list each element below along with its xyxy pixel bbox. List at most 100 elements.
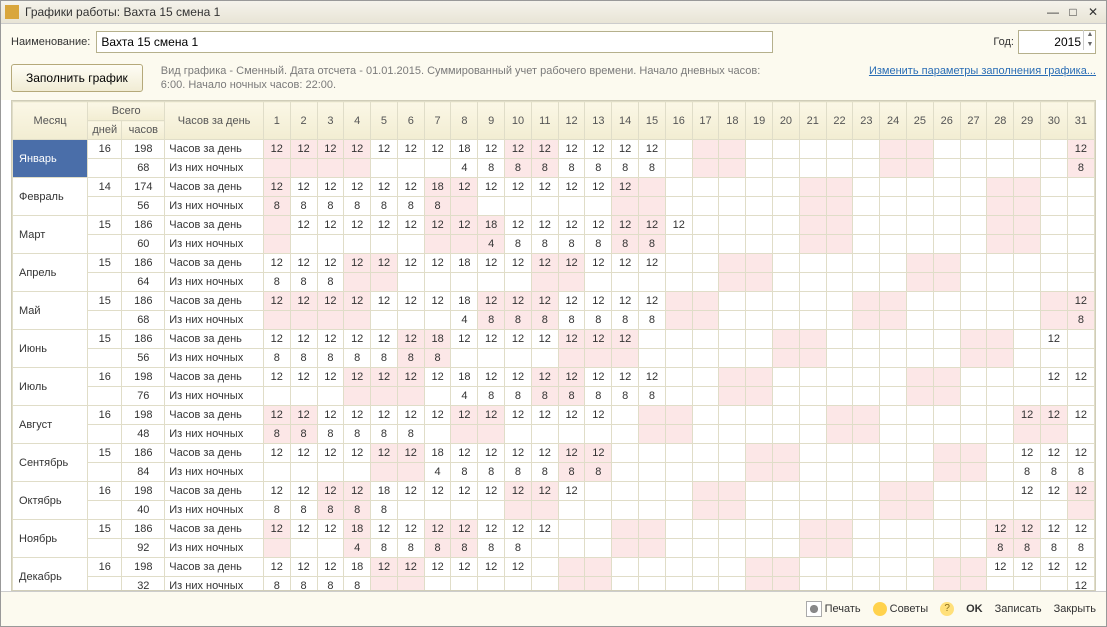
cell-day[interactable] [665,482,692,501]
cell-night[interactable] [880,387,907,406]
cell-night[interactable] [371,311,398,330]
cell-day[interactable] [826,178,853,197]
cell-night[interactable]: 8 [478,311,505,330]
cell-night[interactable]: 8 [290,501,317,520]
cell-night[interactable]: 8 [451,539,478,558]
cell-day[interactable]: 12 [290,444,317,463]
cell-day[interactable] [987,178,1014,197]
cell-night[interactable]: 8 [290,425,317,444]
cell-day[interactable]: 12 [371,520,398,539]
cell-day[interactable]: 12 [639,140,666,159]
cell-day[interactable]: 12 [397,216,424,235]
cell-day[interactable]: 12 [612,368,639,387]
cell-day[interactable]: 12 [263,330,290,349]
cell-day[interactable]: 12 [263,140,290,159]
cell-day[interactable] [907,254,934,273]
cell-night[interactable] [960,311,987,330]
cell-night[interactable] [933,539,960,558]
cell-night[interactable] [531,425,558,444]
cell-day[interactable]: 12 [1014,444,1041,463]
cell-night[interactable] [665,159,692,178]
cell-night[interactable] [397,273,424,292]
cell-day[interactable]: 12 [1067,444,1094,463]
cell-day[interactable]: 12 [317,368,344,387]
cell-day[interactable] [853,254,880,273]
cell-night[interactable]: 8 [371,197,398,216]
cell-night[interactable] [290,159,317,178]
cell-day[interactable]: 12 [397,444,424,463]
cell-day[interactable] [907,406,934,425]
cell-night[interactable]: 8 [263,577,290,592]
cell-day[interactable]: 12 [451,178,478,197]
cell-day[interactable] [907,216,934,235]
cell-night[interactable] [1014,577,1041,592]
cell-day[interactable]: 12 [317,254,344,273]
cell-night[interactable] [907,463,934,482]
cell-day[interactable]: 12 [585,444,612,463]
cell-night[interactable] [987,463,1014,482]
cell-night[interactable] [880,159,907,178]
cell-day[interactable] [531,558,558,577]
cell-night[interactable]: 8 [371,349,398,368]
cell-night[interactable] [612,273,639,292]
cell-night[interactable] [853,159,880,178]
cell-day[interactable]: 12 [612,140,639,159]
cell-night[interactable] [933,501,960,520]
cell-day[interactable] [665,368,692,387]
cell-day[interactable]: 18 [451,368,478,387]
cell-night[interactable] [773,349,800,368]
cell-night[interactable] [960,539,987,558]
cell-night[interactable] [960,159,987,178]
cell-night[interactable] [531,197,558,216]
cell-night[interactable] [746,501,773,520]
cell-night[interactable] [451,501,478,520]
cell-day[interactable] [1041,140,1068,159]
cell-night[interactable] [933,577,960,592]
cell-day[interactable]: 12 [478,368,505,387]
cell-day[interactable]: 12 [317,558,344,577]
fill-schedule-button[interactable]: Заполнить график [11,64,143,92]
cell-day[interactable]: 12 [397,140,424,159]
cell-day[interactable]: 12 [478,558,505,577]
cell-day[interactable]: 12 [558,368,585,387]
cell-night[interactable] [1041,159,1068,178]
cell-day[interactable] [987,292,1014,311]
cell-night[interactable] [290,235,317,254]
cell-night[interactable]: 8 [585,311,612,330]
cell-day[interactable] [826,482,853,501]
cell-night[interactable]: 8 [317,273,344,292]
cell-night[interactable] [826,311,853,330]
cell-night[interactable] [773,501,800,520]
cell-night[interactable] [397,387,424,406]
cell-day[interactable]: 12 [558,406,585,425]
cell-night[interactable]: 8 [639,387,666,406]
cell-day[interactable] [665,520,692,539]
cell-day[interactable]: 12 [397,406,424,425]
cell-night[interactable]: 8 [263,273,290,292]
cell-night[interactable] [585,273,612,292]
cell-night[interactable] [371,577,398,592]
cell-day[interactable] [826,368,853,387]
cell-day[interactable] [639,406,666,425]
cell-night[interactable] [639,349,666,368]
cell-day[interactable]: 12 [344,178,371,197]
cell-day[interactable] [692,444,719,463]
cell-day[interactable] [960,520,987,539]
cell-day[interactable] [826,254,853,273]
cell-night[interactable] [746,197,773,216]
cell-night[interactable] [799,425,826,444]
cell-day[interactable] [773,330,800,349]
cell-day[interactable]: 12 [344,406,371,425]
cell-day[interactable]: 12 [612,254,639,273]
cell-night[interactable] [397,159,424,178]
cell-day[interactable] [585,558,612,577]
cell-night[interactable] [558,425,585,444]
cell-night[interactable]: 8 [397,425,424,444]
cell-day[interactable] [933,368,960,387]
cell-night[interactable] [505,577,532,592]
cell-night[interactable] [719,463,746,482]
cell-day[interactable] [826,330,853,349]
cell-day[interactable] [692,292,719,311]
cell-night[interactable] [907,273,934,292]
cell-day[interactable] [987,216,1014,235]
